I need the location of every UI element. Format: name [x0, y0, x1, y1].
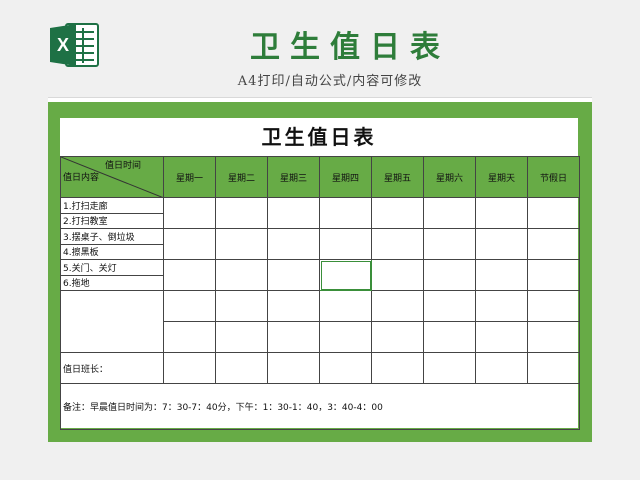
- task-cell[interactable]: 2.打扫教室: [60, 212, 164, 229]
- task-row: 3.摆桌子、倒垃圾: [60, 228, 580, 260]
- grid-cell[interactable]: [267, 228, 320, 260]
- grid-cell[interactable]: [319, 352, 372, 384]
- grid-cell[interactable]: [527, 228, 580, 260]
- duty-roster-sheet: 卫生值日表 值日时间 值日内容 星期一 星期二 星期三 星期四 星期五 星期六 …: [60, 118, 580, 430]
- grid-cell[interactable]: [215, 228, 268, 260]
- sheet-title: 卫生值日表: [261, 125, 377, 149]
- grid-cell[interactable]: [163, 197, 216, 229]
- day-header[interactable]: 星期三: [267, 156, 320, 198]
- grid-cell[interactable]: [267, 321, 320, 353]
- note-cell[interactable]: 备注：早晨值日时间为：7：30-7：40分，下午：1：30-1：40，3：40-…: [60, 383, 580, 430]
- task-cell[interactable]: 3.摆桌子、倒垃圾: [60, 228, 164, 245]
- grid-cell[interactable]: [371, 352, 424, 384]
- grid-cell[interactable]: [527, 259, 580, 291]
- grid-cell[interactable]: [319, 321, 372, 353]
- selected-cell[interactable]: [319, 259, 372, 291]
- grid-cell[interactable]: [423, 197, 476, 229]
- grid-cell[interactable]: [267, 290, 320, 322]
- grid-cell[interactable]: [267, 197, 320, 229]
- grid-cell[interactable]: [215, 352, 268, 384]
- grid-cell[interactable]: [527, 290, 580, 322]
- grid-cell[interactable]: [423, 290, 476, 322]
- diagonal-header-cell[interactable]: 值日时间 值日内容: [60, 156, 164, 198]
- grid-cell[interactable]: [475, 259, 528, 291]
- day-header[interactable]: 星期二: [215, 156, 268, 198]
- day-header[interactable]: 节假日: [527, 156, 580, 198]
- day-header[interactable]: 星期五: [371, 156, 424, 198]
- grid-cell[interactable]: [423, 352, 476, 384]
- monitor-label[interactable]: 值日班长：: [60, 352, 164, 384]
- duty-table: 值日时间 值日内容 星期一 星期二 星期三 星期四 星期五 星期六 星期天 节假…: [60, 156, 580, 430]
- blank-row: [60, 290, 580, 353]
- grid-cell[interactable]: [163, 352, 216, 384]
- day-header[interactable]: 星期一: [163, 156, 216, 198]
- grid-cell[interactable]: [163, 321, 216, 353]
- grid-cell[interactable]: [163, 228, 216, 260]
- grid-cell[interactable]: [163, 259, 216, 291]
- task-cell[interactable]: 5.关门、关灯: [60, 259, 164, 276]
- header-row: 值日时间 值日内容 星期一 星期二 星期三 星期四 星期五 星期六 星期天 节假…: [60, 156, 580, 198]
- blank-task-cell[interactable]: [60, 290, 164, 353]
- grid-cell[interactable]: [371, 321, 424, 353]
- grid-cell[interactable]: [163, 290, 216, 322]
- task-cell[interactable]: 1.打扫走廊: [60, 197, 164, 214]
- grid-cell[interactable]: [423, 259, 476, 291]
- grid-cell[interactable]: [423, 321, 476, 353]
- page-subtitle: A4打印/自动公式/内容可修改: [237, 74, 423, 89]
- grid-cell[interactable]: [215, 197, 268, 229]
- grid-cell[interactable]: [215, 321, 268, 353]
- grid-cell[interactable]: [475, 290, 528, 322]
- grid-cell[interactable]: [475, 321, 528, 353]
- page-title: 卫生值日表: [250, 30, 450, 65]
- grid-cell[interactable]: [475, 352, 528, 384]
- day-header[interactable]: 星期六: [423, 156, 476, 198]
- grid-cell[interactable]: [215, 259, 268, 291]
- grid-cell[interactable]: [267, 259, 320, 291]
- grid-cell[interactable]: [475, 228, 528, 260]
- grid-cell[interactable]: [215, 290, 268, 322]
- task-row: 5.关门、关灯: [60, 259, 580, 291]
- grid-cell[interactable]: [527, 197, 580, 229]
- grid-cell[interactable]: [371, 290, 424, 322]
- grid-cell[interactable]: [475, 197, 528, 229]
- grid-cell[interactable]: [267, 352, 320, 384]
- day-header[interactable]: 星期天: [475, 156, 528, 198]
- day-header[interactable]: 星期四: [319, 156, 372, 198]
- monitor-row: 值日班长：: [60, 352, 580, 384]
- task-cell[interactable]: 6.拖地: [60, 274, 164, 291]
- task-cell[interactable]: 4.擦黑板: [60, 243, 164, 260]
- grid-cell[interactable]: [371, 197, 424, 229]
- grid-cell[interactable]: [319, 197, 372, 229]
- note-row: 备注：早晨值日时间为：7：30-7：40分，下午：1：30-1：40，3：40-…: [60, 383, 580, 430]
- grid-cell[interactable]: [319, 228, 372, 260]
- grid-cell[interactable]: [527, 321, 580, 353]
- grid-cell[interactable]: [527, 352, 580, 384]
- duty-content-label: 值日内容: [63, 173, 100, 183]
- grid-cell[interactable]: [371, 228, 424, 260]
- grid-cell[interactable]: [319, 290, 372, 322]
- task-row: 1.打扫走廊: [60, 197, 580, 229]
- grid-cell[interactable]: [371, 259, 424, 291]
- grid-cell[interactable]: [423, 228, 476, 260]
- duty-time-label: 值日时间: [104, 161, 141, 171]
